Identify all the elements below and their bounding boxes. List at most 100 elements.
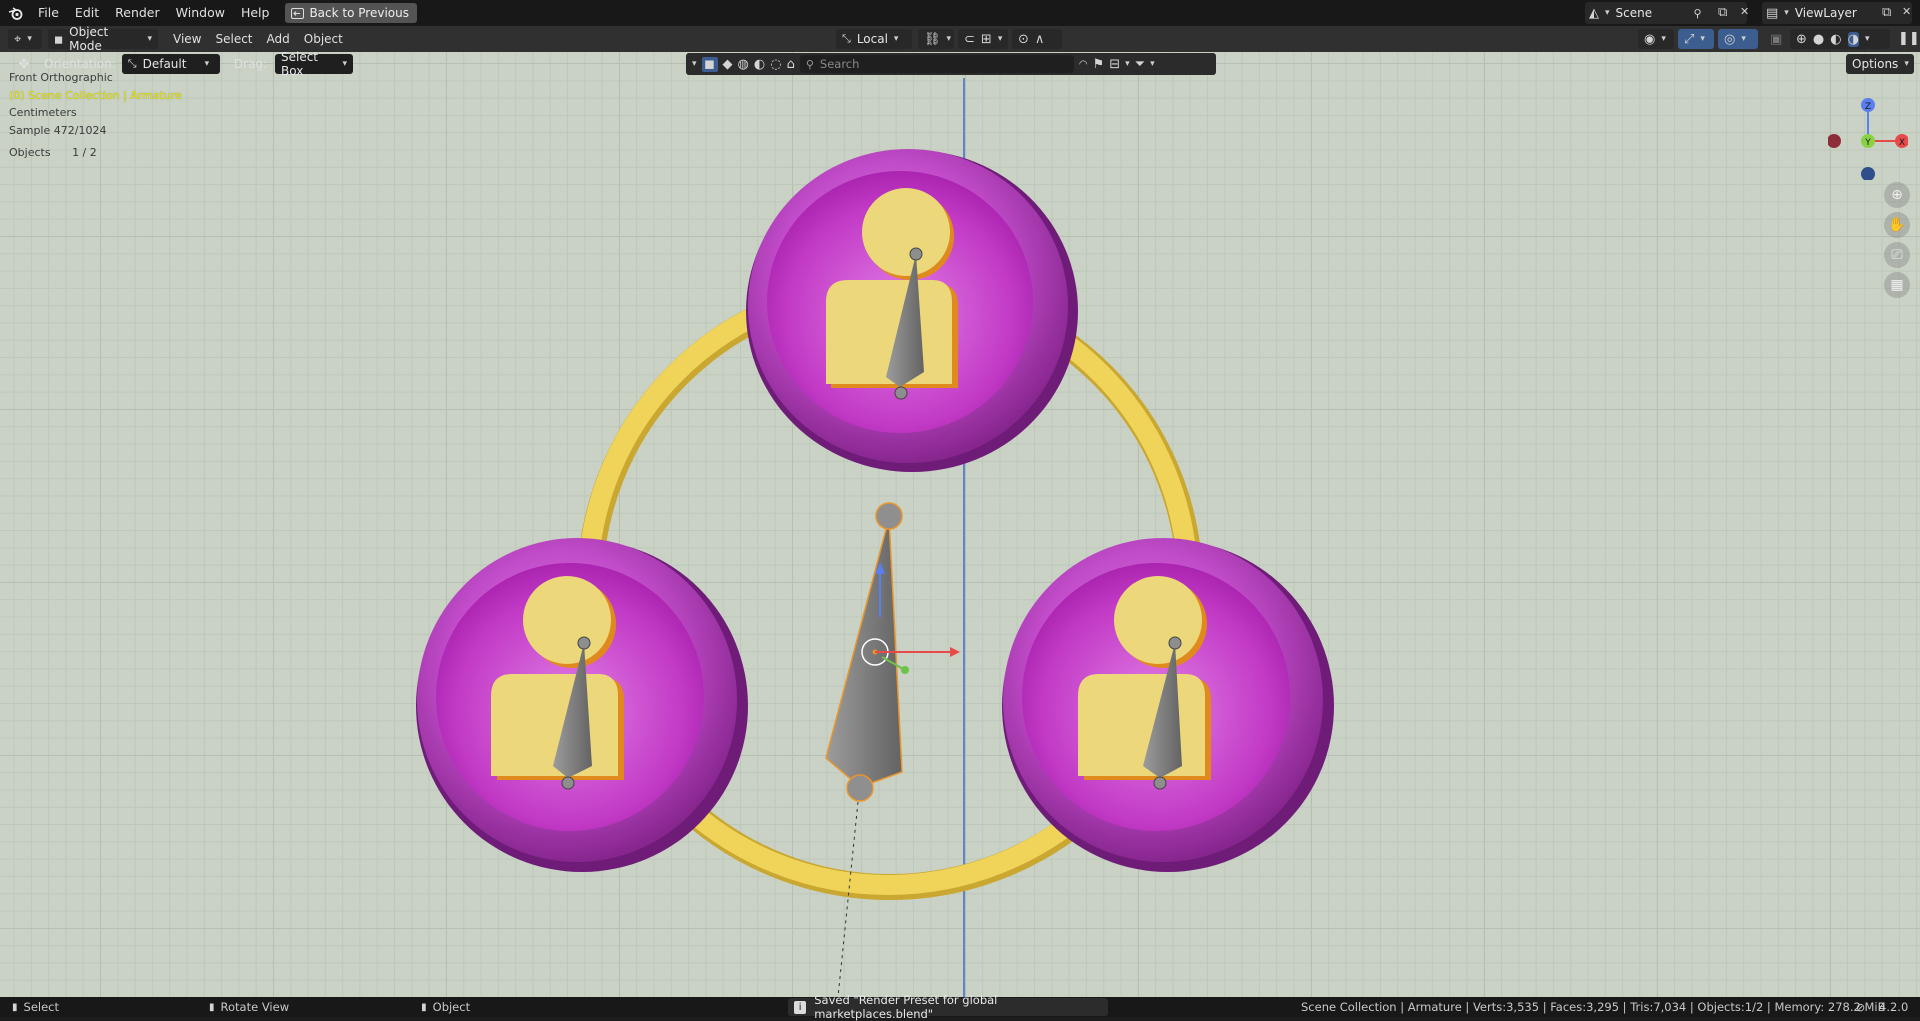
drag-selector[interactable]: Select Box ▾ (274, 50, 353, 78)
objects-count: Objects 1 / 2 (9, 144, 182, 162)
pivot-label: Local (856, 32, 888, 46)
chevron-down-icon: ▾ (1661, 34, 1666, 44)
menu-select[interactable]: Select (208, 29, 259, 49)
avatar-disc-right (1002, 538, 1334, 872)
armature-bone-selected (825, 502, 903, 997)
proportional-edit-selector[interactable]: ⊙ ∧ (1012, 29, 1062, 49)
gpu-off-icon: ⊘ (1856, 1000, 1866, 1014)
delete-scene-icon[interactable]: ✕ (1740, 5, 1749, 18)
search-input[interactable]: ⚲ Search (799, 55, 1074, 73)
snap-grid-icon: ⊞ (980, 31, 992, 47)
material-filter-icon[interactable]: ◆ (723, 57, 733, 72)
menu-window[interactable]: Window (168, 2, 233, 24)
mouse-middle-icon: ▮ (209, 1001, 215, 1013)
transform-orientation-selector[interactable]: ⤡ Local ▾ (836, 29, 912, 49)
camera-view-icon[interactable]: ⎚ (1884, 242, 1910, 268)
overlay-toggle[interactable]: ◎ ▾ (1718, 29, 1758, 49)
editor-type-selector[interactable]: ⌖ ▾ (8, 29, 42, 49)
material-shading-icon[interactable]: ◐ (1830, 32, 1841, 47)
chevron-down-icon: ▾ (1904, 59, 1909, 69)
menu-add[interactable]: Add (260, 29, 297, 49)
menu-object[interactable]: Object (297, 29, 350, 49)
chevron-down-icon: ▾ (997, 34, 1003, 44)
navigation-gizmo[interactable]: Z X Y (1828, 90, 1908, 180)
filter-funnel-icon[interactable]: ⏷ (1135, 57, 1145, 72)
bookmark-icon[interactable]: ⚑ (1093, 57, 1105, 72)
drag-label: Drag: (233, 57, 267, 71)
menu-view[interactable]: View (166, 29, 208, 49)
snap-selector[interactable]: ⊂ ⊞ ▾ (958, 29, 1008, 49)
x-axis-label: X (1899, 138, 1905, 148)
menu-render[interactable]: Render (107, 2, 168, 24)
rendered-shading-icon[interactable]: ◑ (1847, 31, 1859, 47)
globe-filter-icon[interactable]: ◌ (770, 57, 781, 72)
chevron-down-icon: ▾ (342, 59, 347, 69)
pause-render-icon[interactable]: ❚❚ (1898, 31, 1920, 46)
chevron-down-icon[interactable]: ▾ (1150, 59, 1155, 69)
drag-value: Select Box (280, 50, 319, 78)
status-bar: ▮ Select ▮ Rotate View ▮ Object i Saved … (0, 993, 1920, 1021)
menu-edit[interactable]: Edit (67, 2, 107, 24)
status-select: Select (23, 1000, 59, 1014)
link-icon: ⛓ (924, 31, 941, 47)
xray-icon[interactable]: ▣ (1770, 32, 1782, 47)
clear-search-icon[interactable]: ◠ (1079, 59, 1088, 70)
orientation-selector[interactable]: ⤡ Default ▾ (121, 54, 220, 74)
view-layer-icon: ▤ (1766, 5, 1779, 21)
scene-render (416, 149, 1334, 997)
chevron-down-icon: ▾ (1700, 34, 1705, 44)
active-collection: (0) Scene Collection | Armature (9, 88, 182, 102)
gizmo-toggle[interactable]: ⤢ ▾ (1678, 29, 1714, 49)
orientation-label: Orientation: (44, 57, 116, 71)
scene-name: Scene (1615, 6, 1653, 20)
menu-help[interactable]: Help (233, 2, 278, 24)
display-mode-icon[interactable]: ⊟ (1109, 57, 1120, 72)
blender-logo-icon[interactable] (0, 0, 30, 26)
view-layer-name: ViewLayer (1794, 6, 1857, 20)
delete-view-layer-icon[interactable]: ✕ (1902, 5, 1911, 18)
asset-filter-icon[interactable]: ⌂ (787, 57, 795, 72)
new-view-layer-icon[interactable]: ⧉ (1882, 5, 1891, 20)
blender-version: 4.2.0 (1879, 1000, 1909, 1014)
objects-label: Objects (9, 146, 51, 159)
menu-file[interactable]: File (30, 2, 67, 24)
zoom-icon[interactable]: ⊕ (1884, 182, 1910, 208)
pin-icon[interactable]: ⚲ (1694, 7, 1702, 20)
world-filter-icon[interactable]: ◐ (754, 57, 765, 72)
avatar-disc-left (416, 538, 748, 872)
options-button[interactable]: Options ▾ (1846, 54, 1914, 74)
shading-selector[interactable]: ⊕ ● ◐ ◑ ▾ (1790, 29, 1890, 49)
new-scene-icon[interactable]: ⧉ (1718, 5, 1727, 20)
chevron-down-icon: ▾ (946, 34, 952, 44)
wireframe-shading-icon[interactable]: ⊕ (1796, 32, 1807, 47)
neg-z-axis-handle[interactable] (1861, 167, 1875, 180)
scene-icon: ◭ (1589, 5, 1599, 21)
viewport-header: ⌖ ▾ ◼ Object Mode ▾ View Select Add Obje… (0, 25, 1920, 53)
object-filter-icon[interactable]: ◼ (701, 56, 718, 72)
scene-stats: Scene Collection | Armature | Verts:3,53… (1301, 1000, 1886, 1014)
viewport-info: Front Orthographic (0) Scene Collection … (9, 69, 182, 162)
eye-icon: ◉ (1644, 31, 1656, 47)
back-to-previous-button[interactable]: Back to Previous (285, 3, 417, 23)
overlay-icon: ◎ (1724, 31, 1736, 47)
pivot-point-selector[interactable]: ⛓ ▾ (918, 29, 954, 49)
sphere-filter-icon[interactable]: ◍ (738, 57, 749, 72)
3d-viewport-icon: ⌖ (14, 31, 22, 47)
report-message[interactable]: i Saved "Render Preset for global market… (788, 993, 1108, 1021)
chevron-down-icon[interactable]: ▾ (1125, 59, 1130, 69)
solid-shading-icon[interactable]: ● (1813, 32, 1824, 47)
3d-viewport[interactable]: Front Orthographic (0) Scene Collection … (0, 52, 1920, 997)
move-tool-icon[interactable]: ✥ (14, 57, 34, 72)
falloff-curve-icon: ∧ (1034, 31, 1045, 47)
chevron-down-icon: ▾ (147, 34, 152, 44)
mode-selector[interactable]: ◼ Object Mode ▾ (48, 25, 158, 53)
chevron-down-icon: ▾ (1784, 8, 1789, 18)
mode-label: Object Mode (69, 25, 109, 53)
pan-hand-icon[interactable]: ✋ (1884, 212, 1910, 238)
neg-x-axis-handle[interactable] (1828, 134, 1841, 148)
gizmo-icon: ⤢ (1684, 31, 1695, 47)
orthographic-grid-icon[interactable]: ▦ (1884, 272, 1910, 298)
visibility-selector[interactable]: ◉ ▾ (1638, 29, 1674, 49)
chevron-down-icon[interactable]: ▾ (692, 59, 697, 69)
z-axis-label: Z (1865, 102, 1871, 112)
